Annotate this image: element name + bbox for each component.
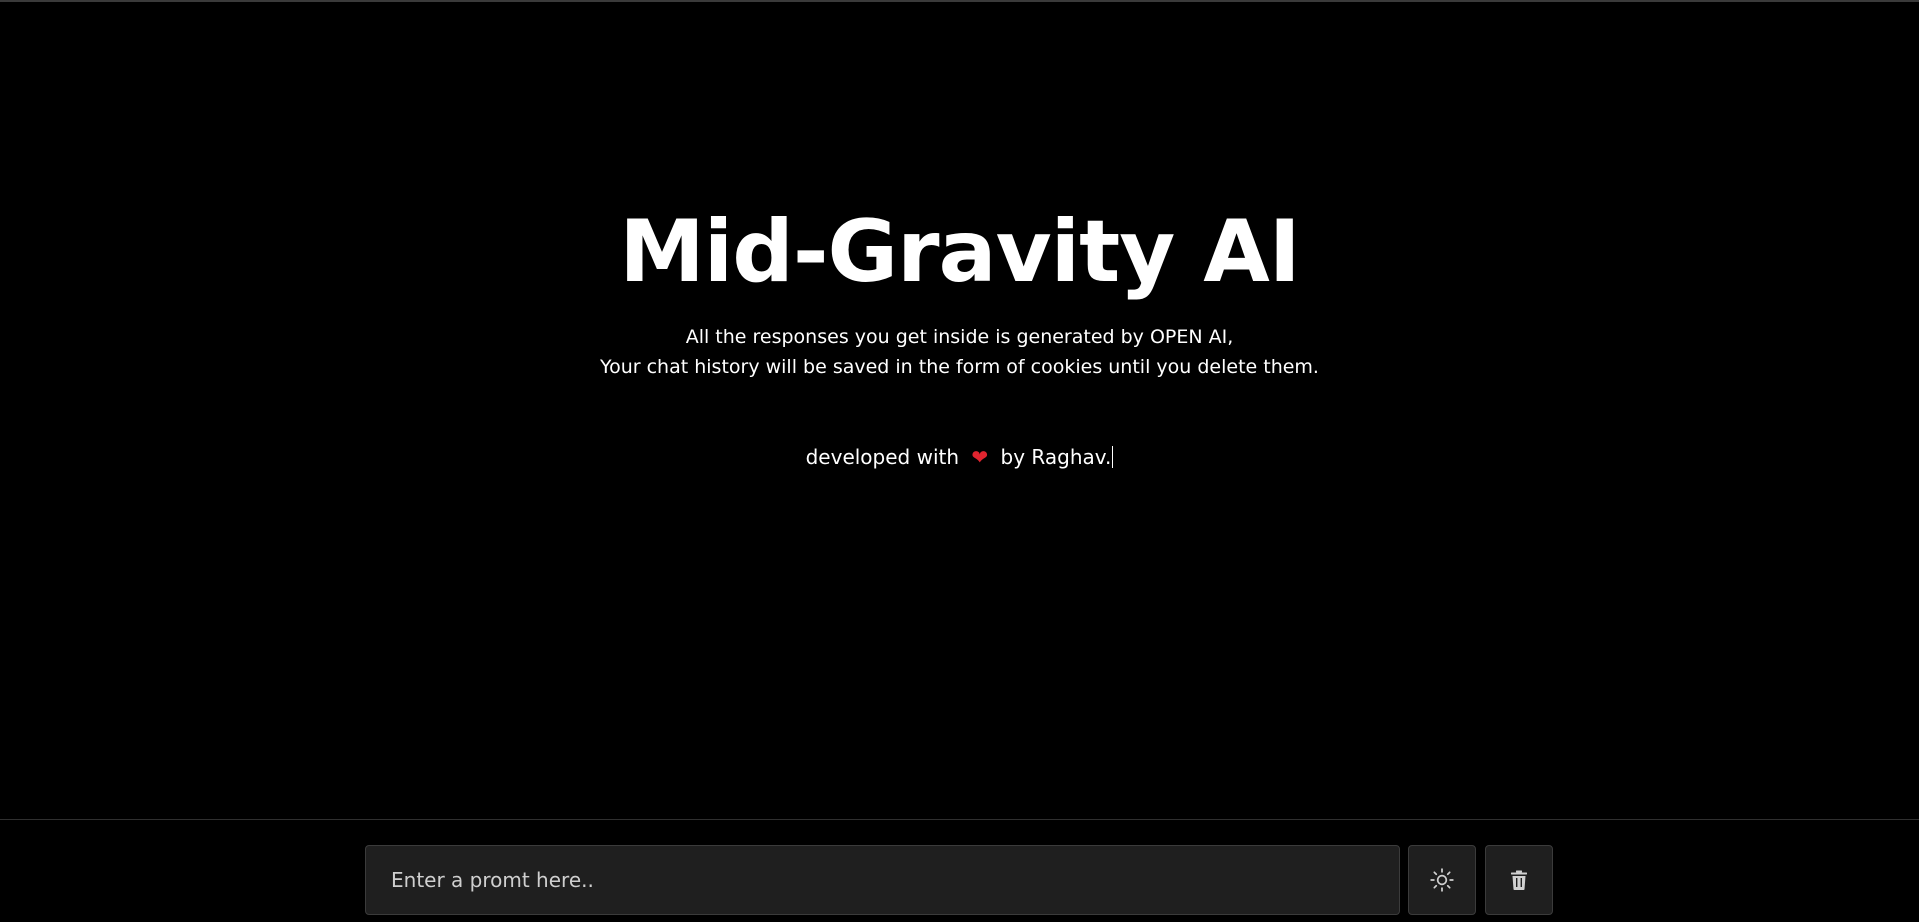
credit-suffix: by Raghav.	[1000, 445, 1112, 469]
sun-icon	[1429, 867, 1455, 893]
heart-icon: ❤	[971, 445, 989, 469]
developer-credit: developed with ❤ by Raghav.	[0, 442, 1919, 472]
credit-prefix: developed with	[805, 445, 960, 469]
disclaimer-line-1: All the responses you get inside is gene…	[685, 326, 1234, 348]
theme-toggle-button[interactable]	[1408, 845, 1476, 915]
app-title: Mid-Gravity AI	[619, 202, 1301, 302]
app-page: Mid-Gravity AI All the responses you get…	[0, 0, 1919, 922]
prompt-input[interactable]	[365, 845, 1400, 915]
delete-chats-button[interactable]	[1485, 845, 1553, 915]
composer-bar	[0, 819, 1919, 922]
trash-icon	[1507, 868, 1531, 892]
text-cursor	[1112, 446, 1114, 468]
disclaimer-text: All the responses you get inside is gene…	[0, 322, 1919, 382]
disclaimer-line-2: Your chat history will be saved in the f…	[600, 356, 1319, 378]
